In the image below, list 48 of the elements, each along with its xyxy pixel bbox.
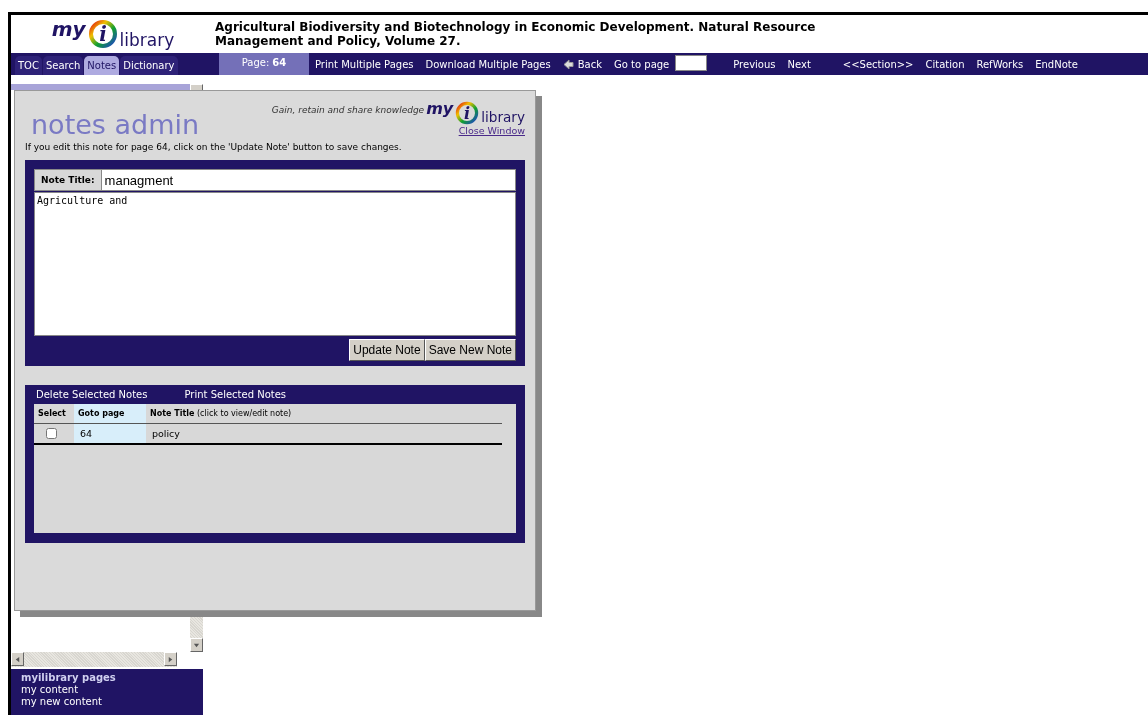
select-checkbox[interactable] [46, 428, 57, 439]
nav-link[interactable]: Print Multiple Pages [309, 53, 420, 75]
nav-link[interactable]: Download Multiple Pages [419, 53, 557, 75]
sidebar-heading: myilibrary pages [21, 672, 117, 684]
logo-text: library [119, 32, 175, 49]
goto-link[interactable]: Go to page [608, 53, 676, 75]
tab[interactable]: Notes [84, 56, 120, 75]
scroll-left-icon [14, 655, 21, 663]
nav-link[interactable]: <<Section>> [836, 53, 920, 75]
page-indicator: Page: 64 [219, 53, 309, 75]
update-button[interactable]: Update Note [349, 339, 425, 361]
logo-text: my [426, 101, 454, 117]
sidebar-link[interactable]: my new content [21, 696, 193, 708]
nav-link[interactable]: RefWorks [970, 53, 1030, 75]
tab[interactable]: Search [42, 56, 84, 75]
logo-icon: i [87, 19, 118, 49]
nav-link[interactable]: Citation [919, 53, 971, 75]
back-link[interactable]: Back [556, 53, 608, 75]
nav-link[interactable]: Previous [727, 53, 782, 75]
book-title: Agricultural Biodiversity and Biotechnology in Economic Development. Natural Resource Management and Policy, Volume 27. [215, 20, 817, 48]
window-title: notes admin [30, 109, 200, 140]
action-link[interactable]: Delete Selected Notes [36, 389, 148, 400]
close-window-link[interactable]: Close Window [458, 125, 525, 136]
column-header: Goto page [74, 404, 146, 423]
instruction-text: If you edit this note for page 64, click on the 'Update Note' button to save changes. [25, 142, 403, 152]
note-title-field[interactable]: managment [100, 169, 516, 191]
sidebar-link[interactable]: my content [21, 684, 193, 696]
note-body-field[interactable]: Agriculture and [34, 192, 516, 336]
logo-text: my [51, 19, 86, 39]
page-link[interactable]: 64 [74, 424, 146, 443]
nav-link[interactable]: Next [781, 53, 817, 75]
column-header: Note Title (click to view/edit note) [149, 408, 293, 420]
tab[interactable]: Dictionary [120, 56, 178, 75]
action-link[interactable]: Print Selected Notes [184, 389, 287, 400]
save-button[interactable]: Save New Note [424, 339, 516, 361]
note-title-link[interactable]: policy [146, 424, 502, 443]
back-icon [562, 58, 574, 70]
tab[interactable]: TOC [15, 56, 42, 75]
horizontal-scrollbar[interactable] [11, 652, 177, 667]
scroll-right-icon [167, 655, 174, 663]
tagline: Gain, retain and share knowledge [271, 105, 425, 115]
logo-text: library [481, 111, 525, 125]
nav-link[interactable]: EndNote [1029, 53, 1084, 75]
page-input-field[interactable] [675, 55, 708, 71]
logo-icon: i [455, 101, 480, 125]
note-title-label: Note Title: [34, 169, 101, 191]
column-header: Select [37, 408, 67, 420]
scroll-down-icon [193, 641, 200, 649]
